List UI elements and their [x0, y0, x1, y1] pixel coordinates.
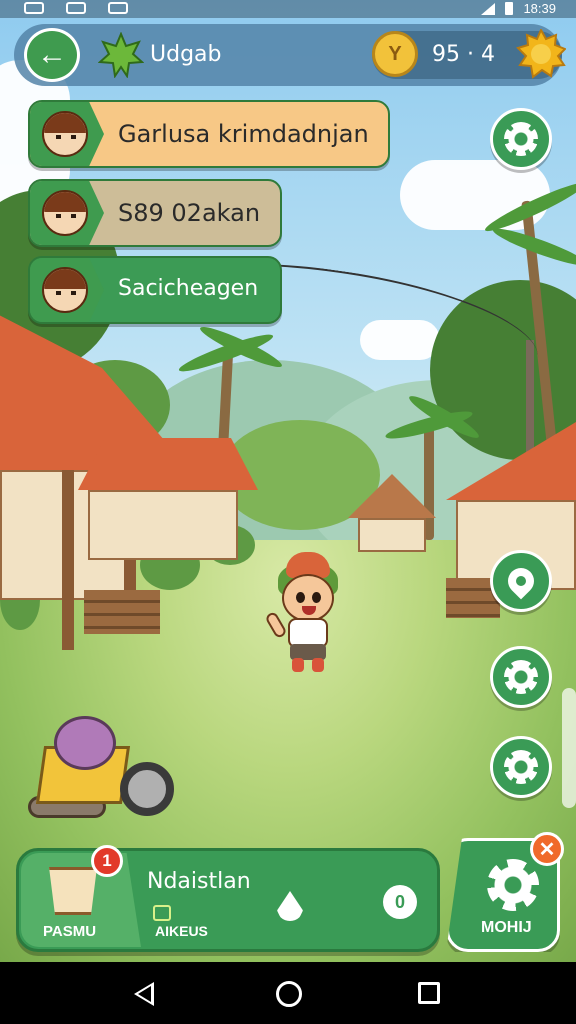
- avatar-eyes: [56, 214, 76, 218]
- currency-text: 95 · 4: [432, 42, 495, 67]
- character-face: [282, 574, 334, 622]
- player-character[interactable]: [264, 552, 348, 674]
- gear-icon: [504, 750, 538, 784]
- character-arm: [264, 610, 288, 640]
- house-stairs: [84, 590, 160, 634]
- character-eye: [312, 592, 321, 603]
- pig-toy: [54, 716, 116, 770]
- status-indicators: 18:39: [481, 1, 556, 16]
- house-post: [62, 470, 74, 650]
- gear-icon: [504, 122, 538, 156]
- bag-icon: [49, 867, 97, 915]
- shop-button[interactable]: PASMU: [21, 853, 141, 947]
- avatar: [42, 111, 88, 157]
- map-button[interactable]: [490, 550, 552, 612]
- settings-button[interactable]: [490, 646, 552, 708]
- quest-avatar-frame: [30, 258, 104, 322]
- task-icon: [153, 905, 171, 921]
- options-button[interactable]: [490, 736, 552, 798]
- notification-icon: [66, 2, 86, 14]
- status-bar: 18:39: [0, 0, 576, 18]
- character-mouth: [302, 606, 316, 615]
- settings-button-top[interactable]: [490, 108, 552, 170]
- android-nav-bar: [0, 962, 576, 1024]
- status-notifications: [24, 0, 128, 14]
- gear-icon: [504, 660, 538, 694]
- hut-center: [348, 474, 436, 554]
- battery-icon: [505, 2, 514, 15]
- nav-back-icon[interactable]: [134, 982, 154, 1006]
- currency-display[interactable]: Y 95 · 4: [372, 29, 566, 79]
- more-label: MOHIJ: [481, 919, 532, 936]
- player-name: Udgab: [150, 42, 222, 67]
- leaf-badge-icon: [98, 32, 144, 78]
- nav-recents-icon[interactable]: [418, 982, 440, 1004]
- bottom-panel: PASMU 1 Ndaistlan AIKEUS 0: [16, 845, 440, 952]
- avatar: [42, 267, 88, 313]
- panel-subtitle[interactable]: AIKEUS: [155, 923, 208, 939]
- avatar-hair: [44, 113, 86, 133]
- quest-row[interactable]: Sacicheagen: [28, 256, 282, 324]
- avatar-eyes: [56, 291, 76, 295]
- avatar-hair: [44, 269, 86, 289]
- avatar-eyes: [56, 135, 76, 139]
- avatar-hair: [44, 192, 86, 212]
- quest-label: Garlusa krimdadnjan: [118, 120, 369, 148]
- quest-row[interactable]: S89 02akan: [28, 179, 282, 247]
- quest-avatar-frame: [30, 181, 104, 245]
- shop-label: PASMU: [43, 923, 97, 940]
- character-leg: [292, 658, 304, 672]
- top-hud: ← Udgab Y 95 · 4: [14, 24, 566, 86]
- notification-badge: 1: [91, 845, 123, 877]
- map-pin-icon: [502, 562, 540, 600]
- house-wall: [88, 490, 238, 560]
- signal-icon: [481, 2, 496, 15]
- quest-row[interactable]: Garlusa krimdadnjan: [28, 100, 390, 168]
- house-roof: [446, 410, 576, 500]
- coin-icon: Y: [372, 31, 418, 77]
- house-roof: [78, 438, 258, 490]
- gear-icon: [487, 859, 539, 911]
- house-mid-left: [78, 438, 258, 562]
- character-leg: [312, 658, 324, 672]
- hut-wall: [358, 518, 426, 552]
- drop-icon[interactable]: [277, 891, 303, 921]
- close-icon[interactable]: ✕: [530, 832, 564, 866]
- panel-title: Ndaistlan: [147, 869, 251, 894]
- nav-home-icon[interactable]: [276, 981, 302, 1007]
- notification-icon: [24, 2, 44, 14]
- quest-label: S89 02akan: [118, 199, 261, 227]
- quest-label: Sacicheagen: [118, 276, 259, 301]
- notification-icon: [108, 2, 128, 14]
- cargo-motorbike[interactable]: [28, 712, 178, 830]
- back-arrow-icon: ←: [37, 38, 67, 71]
- status-time: 18:39: [523, 1, 556, 16]
- bike-wheel: [120, 762, 174, 816]
- hut-roof: [348, 474, 436, 518]
- sun-icon[interactable]: [516, 29, 566, 79]
- quest-avatar-frame: [30, 102, 104, 166]
- avatar: [42, 190, 88, 236]
- shield-icon[interactable]: 0: [383, 885, 417, 919]
- side-drawer-handle[interactable]: [562, 688, 576, 808]
- back-button[interactable]: ←: [24, 28, 80, 82]
- character-eye: [296, 592, 305, 603]
